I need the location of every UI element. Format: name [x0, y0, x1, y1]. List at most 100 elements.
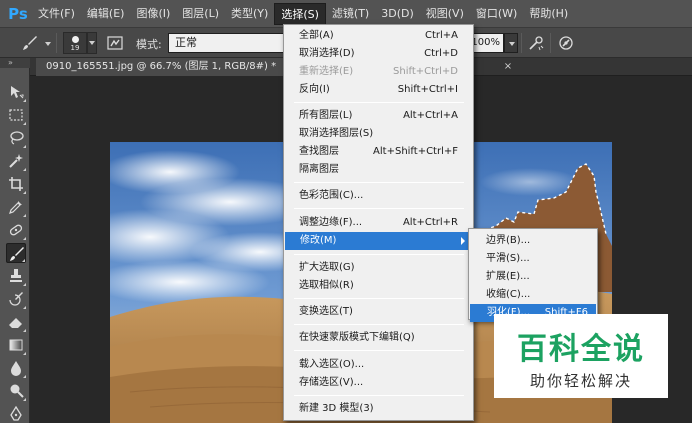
menu-item-grow[interactable]: 扩大选取(G) [284, 259, 473, 277]
menu-item-label: 扩大选取(G) [299, 262, 355, 273]
menu-type[interactable]: 类型(Y) [225, 3, 274, 25]
photoshop-logo: Ps [8, 4, 28, 23]
menu-item-label: 在快速蒙版模式下编辑(Q) [299, 332, 415, 343]
menu-item-transform-selection[interactable]: 变换选区(T) [284, 303, 473, 321]
tool-preset-caret-icon[interactable] [45, 42, 51, 46]
tablet-pressure-icon[interactable] [558, 35, 574, 51]
menu-separator [294, 102, 464, 103]
quick-select-icon[interactable] [6, 151, 26, 171]
crop-icon[interactable] [6, 174, 26, 194]
close-icon[interactable]: × [502, 58, 514, 76]
menu-item-quick-mask[interactable]: 在快速蒙版模式下编辑(Q) [284, 329, 473, 347]
watermark-subtitle: 助你轻松解决 [529, 372, 632, 390]
menu-help[interactable]: 帮助(H) [523, 3, 574, 25]
menu-item-refine-edge[interactable]: 调整边缘(F)... Alt+Ctrl+R [284, 214, 473, 232]
menu-view[interactable]: 视图(V) [420, 3, 470, 25]
clone-stamp-icon[interactable] [6, 266, 26, 286]
menu-item-new-3d-model[interactable]: 新建 3D 模型(3) [284, 400, 473, 418]
menu-separator [294, 254, 464, 255]
menu-filter[interactable]: 滤镜(T) [326, 3, 375, 25]
watermark-title: 百科全说 [517, 332, 645, 367]
brush-tip-icon [72, 36, 79, 43]
panel-collapse-icon[interactable]: » [0, 58, 30, 68]
menu-window[interactable]: 窗口(W) [470, 3, 523, 25]
menu-item-shortcut: Alt+Shift+Ctrl+F [373, 146, 458, 157]
airbrush-icon[interactable] [528, 35, 544, 51]
blur-icon[interactable] [6, 358, 26, 378]
dodge-icon[interactable] [6, 381, 26, 401]
menu-item-label: 反向(I) [299, 84, 330, 95]
mode-select[interactable]: 正常 [168, 33, 288, 53]
pen-icon[interactable] [6, 404, 26, 423]
move-tool-icon[interactable] [6, 82, 26, 102]
healing-brush-icon[interactable] [6, 220, 26, 240]
menu-edit[interactable]: 编辑(E) [81, 3, 131, 25]
menu-item-color-range[interactable]: 色彩范围(C)... [284, 187, 473, 205]
tool-group-marker [23, 168, 26, 171]
brush-panel-icon[interactable] [107, 35, 123, 51]
opacity-input[interactable]: 100% [470, 33, 504, 53]
menu-item-label: 修改(M) [300, 235, 337, 246]
menu-item-label: 载入选区(O)... [299, 359, 365, 370]
menu-item-label: 调整边缘(F)... [299, 217, 363, 228]
tool-group-marker [23, 99, 26, 102]
brush-size-picker[interactable]: 19 [63, 32, 87, 54]
menu-separator [294, 208, 464, 209]
tool-group-marker [23, 398, 26, 401]
menu-item-smooth[interactable]: 平滑(S)... [469, 250, 597, 268]
options-separator [521, 33, 522, 53]
tool-group-marker [22, 259, 25, 262]
mode-label: 模式: [136, 38, 162, 51]
menu-separator [294, 182, 464, 183]
menu-item-label: 查找图层 [299, 146, 339, 157]
eyedropper-icon[interactable] [6, 197, 26, 217]
gradient-icon[interactable] [6, 335, 26, 355]
rect-marquee-icon[interactable] [6, 105, 26, 125]
menu-file[interactable]: 文件(F) [32, 3, 81, 25]
tool-group-marker [23, 214, 26, 217]
menu-item-expand[interactable]: 扩展(E)... [469, 268, 597, 286]
menu-item-contract[interactable]: 收缩(C)... [469, 286, 597, 304]
menu-item-label: 取消选择图层(S) [299, 128, 374, 139]
menu-item-load-selection[interactable]: 载入选区(O)... [284, 356, 473, 374]
menu-item-modify[interactable]: 修改(M) [285, 232, 472, 250]
menu-item-reselect[interactable]: 重新选择(E) Shift+Ctrl+D [284, 63, 473, 81]
menu-item-isolate-layers[interactable]: 隔离图层 [284, 161, 473, 179]
tool-group-marker [23, 283, 26, 286]
select-menu-dropdown: 全部(A) Ctrl+A 取消选择(D) Ctrl+D 重新选择(E) Shif… [283, 24, 474, 421]
menu-item-deselect[interactable]: 取消选择(D) Ctrl+D [284, 45, 473, 63]
opacity-dropdown[interactable] [504, 33, 518, 53]
submenu-arrow-icon [461, 237, 465, 245]
menu-item-select-all[interactable]: 全部(A) Ctrl+A [284, 27, 473, 45]
menu-item-deselect-layers[interactable]: 取消选择图层(S) [284, 125, 473, 143]
menu-item-all-layers[interactable]: 所有图层(L) Alt+Ctrl+A [284, 107, 473, 125]
menu-item-label: 色彩范围(C)... [299, 190, 364, 201]
menu-item-find-layers[interactable]: 查找图层 Alt+Shift+Ctrl+F [284, 143, 473, 161]
menu-item-label: 所有图层(L) [299, 110, 353, 121]
brush-picker-dropdown[interactable] [87, 32, 97, 54]
lasso-icon[interactable] [6, 128, 26, 148]
menu-item-border[interactable]: 边界(B)... [469, 232, 597, 250]
menu-item-shortcut: Shift+Ctrl+D [393, 66, 458, 77]
document-tab[interactable]: 0910_165551.jpg @ 66.7% (图层 1, RGB/8#) * [36, 58, 312, 76]
menu-item-save-selection[interactable]: 存储选区(V)... [284, 374, 473, 392]
menu-item-similar[interactable]: 选取相似(R) [284, 277, 473, 295]
eraser-icon[interactable] [6, 312, 26, 332]
tool-group-marker [23, 375, 26, 378]
chevron-down-icon [509, 42, 515, 46]
menu-select[interactable]: 选择(S) [274, 2, 326, 25]
tool-group-marker [23, 352, 26, 355]
modify-submenu: 边界(B)... 平滑(S)... 扩展(E)... 收缩(C)... 羽化(F… [468, 228, 598, 322]
menu-3d[interactable]: 3D(D) [375, 3, 420, 25]
menu-item-shortcut: Alt+Ctrl+R [402, 217, 458, 228]
menu-image[interactable]: 图像(I) [130, 3, 176, 25]
chevron-down-icon [89, 41, 95, 45]
brush-tool-icon[interactable] [6, 243, 26, 263]
menu-item-label: 全部(A) [299, 30, 334, 41]
history-brush-icon[interactable] [6, 289, 26, 309]
brush-icon[interactable] [22, 35, 38, 51]
tool-group-marker [23, 191, 26, 194]
menu-item-label: 收缩(C)... [486, 289, 531, 300]
menu-layer[interactable]: 图层(L) [176, 3, 225, 25]
menu-item-inverse[interactable]: 反向(I) Shift+Ctrl+I [284, 81, 473, 99]
